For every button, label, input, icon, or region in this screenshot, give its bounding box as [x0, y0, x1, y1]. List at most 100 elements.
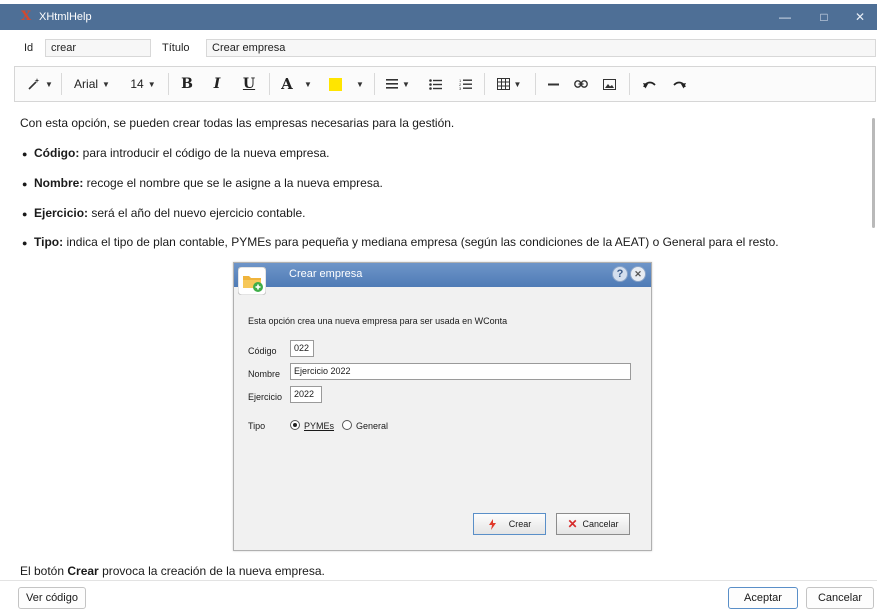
italic-button[interactable]: I — [205, 70, 229, 98]
ver-codigo-button[interactable]: Ver código — [18, 587, 86, 609]
redo-icon — [672, 81, 686, 88]
bullet-dot: ● — [22, 238, 28, 248]
radio-pymes-label: PYMEs — [304, 421, 335, 431]
bullet-codigo: Código: para introducir el código de la … — [34, 146, 329, 160]
folder-add-icon — [238, 267, 266, 295]
radio-general-label: General — [356, 421, 389, 431]
chevron-down-icon: ▼ — [45, 79, 53, 89]
bullet-text: será el año del nuevo ejercicio contable… — [88, 206, 306, 220]
outro-text: provoca la creación de la nueva empresa. — [98, 564, 325, 578]
table-icon — [496, 78, 510, 90]
tipo-label: Tipo — [248, 421, 266, 431]
outro-text: El botón — [20, 564, 68, 578]
codigo-field: 022 — [290, 340, 314, 357]
codigo-label: Código — [248, 346, 277, 356]
link-icon — [574, 80, 588, 88]
window-title: XHtmlHelp — [39, 11, 92, 23]
bullet-bold: Ejercicio: — [34, 206, 89, 220]
footer-bar: Ver código Aceptar Cancelar — [0, 580, 877, 610]
title-label: Título — [162, 42, 190, 54]
id-field[interactable]: crear — [45, 39, 151, 57]
dialog-title: Crear empresa — [289, 268, 363, 280]
bullet-dot: ● — [22, 179, 28, 189]
bullet-list-button[interactable] — [423, 70, 447, 98]
id-label: Id — [24, 42, 34, 54]
underline-button[interactable]: U — [237, 70, 261, 98]
outro-bold: Crear — [67, 564, 99, 578]
bold-button[interactable]: B — [175, 70, 199, 98]
magic-wand-button[interactable]: ▼ — [23, 70, 57, 98]
bullet-text: indica el tipo de plan contable, PYMEs p… — [63, 235, 779, 249]
font-size-value: 14 — [130, 77, 144, 91]
app-logo-icon: X — [21, 9, 32, 24]
dialog-screenshot: Crear empresa ? ✕ Esta opción crea una n… — [233, 262, 652, 551]
aceptar-button[interactable]: Aceptar — [728, 587, 798, 609]
horizontal-rule-button[interactable] — [541, 70, 565, 98]
title-field[interactable]: Crear empresa — [206, 39, 876, 57]
ejercicio-label: Ejercicio — [248, 392, 283, 402]
dialog-titlebar: Crear empresa ? ✕ — [234, 263, 651, 287]
svg-text:3: 3 — [459, 86, 462, 90]
intro-paragraph: Con esta opción, se pueden crear todas l… — [20, 116, 455, 130]
bullet-dot: ● — [22, 209, 28, 219]
highlight-color-dropdown[interactable]: ▼ — [351, 70, 365, 98]
bullet-dot: ● — [22, 149, 28, 159]
bullet-bold: Código: — [34, 146, 80, 160]
undo-button[interactable] — [637, 70, 661, 98]
bullet-bold: Nombre: — [34, 176, 84, 190]
bullet-text: para introducir el código de la nueva em… — [79, 146, 330, 160]
highlight-swatch-icon — [328, 77, 342, 91]
fields-row: Id crear Título Crear empresa — [0, 36, 877, 60]
chevron-down-icon: ▼ — [304, 79, 312, 89]
title-bar: X XHtmlHelp — □ ✕ — [0, 4, 877, 30]
lightning-icon — [488, 518, 496, 530]
cancelar-dialog-button: ✕ Cancelar — [556, 513, 630, 535]
vertical-scrollbar[interactable] — [872, 118, 875, 228]
crear-label: Crear — [508, 519, 532, 529]
dialog-description: Esta opción crea una nueva empresa para … — [248, 316, 508, 326]
align-icon — [386, 79, 399, 89]
nombre-label: Nombre — [248, 369, 281, 379]
x-icon: ✕ — [567, 517, 578, 531]
chevron-down-icon: ▼ — [402, 79, 410, 89]
help-icon: ? — [612, 266, 628, 282]
bullet-nombre: Nombre: recoge el nombre que se le asign… — [34, 176, 383, 190]
magic-wand-icon — [28, 78, 40, 90]
redo-button[interactable] — [667, 70, 691, 98]
bullet-ejercicio: Ejercicio: será el año del nuevo ejercic… — [34, 206, 306, 220]
font-color-dropdown[interactable]: ▼ — [299, 70, 313, 98]
close-button[interactable]: ✕ — [843, 4, 877, 30]
font-size-select[interactable]: 14 ▼ — [125, 70, 161, 98]
outro-paragraph: El botón Crear provoca la creación de la… — [20, 564, 325, 578]
horizontal-rule-icon — [547, 83, 559, 85]
bullet-tipo: Tipo: indica el tipo de plan contable, P… — [34, 235, 779, 249]
highlight-color-button[interactable] — [321, 70, 349, 98]
minimize-button[interactable]: — — [768, 4, 802, 30]
editor-toolbar: ▼ Arial ▼ 14 ▼ B I U A ▼ ▼ ▼ 123 ▼ — [14, 66, 876, 102]
numbered-list-button[interactable]: 123 — [453, 70, 477, 98]
ejercicio-field: 2022 — [290, 386, 322, 403]
font-family-select[interactable]: Arial ▼ — [69, 70, 115, 98]
cancelar-label: Cancelar — [582, 519, 619, 529]
close-icon: ✕ — [630, 266, 646, 282]
cancelar-button[interactable]: Cancelar — [806, 587, 874, 609]
chevron-down-icon: ▼ — [356, 79, 364, 89]
chevron-down-icon: ▼ — [513, 79, 522, 89]
radio-general — [342, 420, 352, 430]
align-button[interactable]: ▼ — [381, 70, 415, 98]
table-button[interactable]: ▼ — [491, 70, 527, 98]
numbered-list-icon: 123 — [459, 78, 472, 90]
undo-icon — [642, 81, 656, 88]
bullet-list-icon — [428, 78, 442, 90]
bullet-text: recoge el nombre que se le asigne a la n… — [83, 176, 383, 190]
chevron-down-icon: ▼ — [147, 79, 156, 89]
maximize-button[interactable]: □ — [807, 4, 841, 30]
image-icon — [602, 78, 616, 90]
crear-button: Crear — [473, 513, 546, 535]
radio-pymes — [290, 420, 300, 430]
font-family-value: Arial — [74, 77, 99, 91]
font-color-button[interactable]: A — [277, 70, 297, 98]
image-button[interactable] — [597, 70, 621, 98]
nombre-field: Ejercicio 2022 — [290, 363, 631, 380]
link-button[interactable] — [569, 70, 593, 98]
